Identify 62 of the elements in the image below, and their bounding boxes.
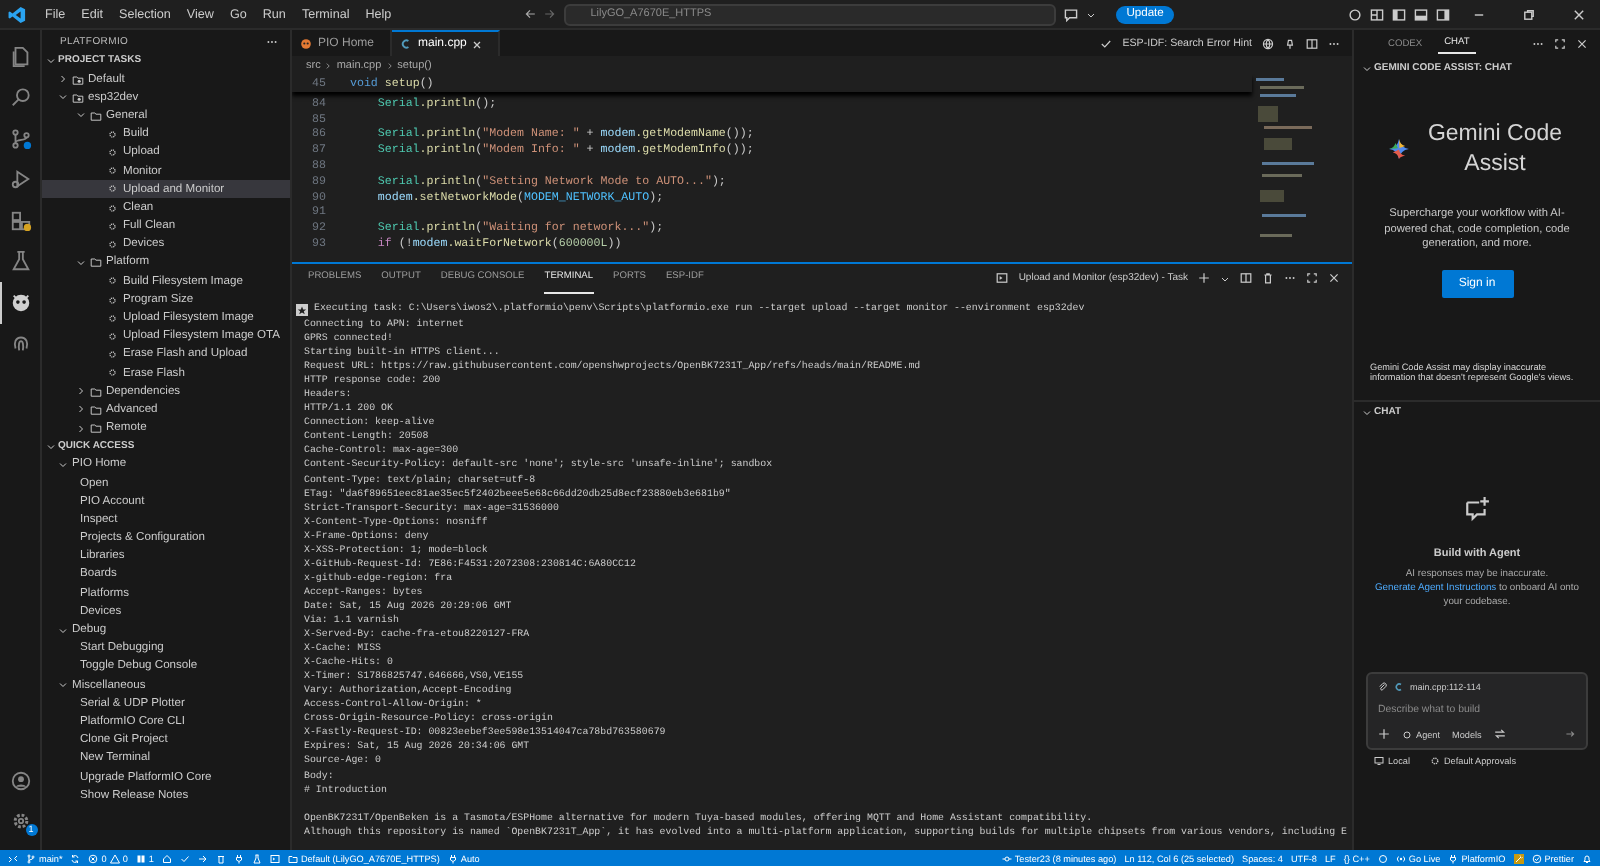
folder-icon <box>90 109 102 122</box>
chevron-down-icon <box>46 441 56 452</box>
paperclip-icon <box>1378 682 1388 692</box>
layout-icon[interactable] <box>1370 7 1384 21</box>
flask-icon[interactable] <box>251 853 262 863</box>
terminal-icon[interactable] <box>269 853 280 863</box>
chevron-down-icon <box>1362 64 1372 74</box>
secondary-sidebar-icon[interactable] <box>1436 7 1450 21</box>
folder-icon <box>287 853 298 863</box>
check-icon[interactable] <box>1100 37 1113 49</box>
close-icon[interactable] <box>472 39 483 49</box>
back-arrow-icon[interactable] <box>524 8 537 20</box>
sidebar-toggle-icon[interactable] <box>1392 7 1406 21</box>
folder-icon <box>90 256 102 269</box>
monitor-icon <box>1374 756 1384 766</box>
wand-icon[interactable] <box>1513 853 1524 863</box>
plus-icon[interactable] <box>1198 272 1210 284</box>
swap-icon[interactable] <box>1493 728 1506 740</box>
restore-icon[interactable] <box>1522 7 1536 21</box>
chevron-down-icon <box>46 56 56 66</box>
bell-icon[interactable] <box>1582 853 1592 863</box>
panel-toggle-icon[interactable] <box>1414 7 1428 21</box>
broadcast-icon <box>1395 853 1406 863</box>
plug-icon <box>1448 853 1459 863</box>
send-icon[interactable] <box>1564 728 1576 740</box>
maximize-icon[interactable] <box>1554 38 1566 50</box>
cpp-file-icon <box>400 38 413 50</box>
cpp-file-icon <box>1394 682 1404 692</box>
vscode-logo-icon <box>8 5 26 23</box>
chevron-down-icon <box>1362 408 1372 418</box>
check-circle-icon <box>1531 853 1542 863</box>
split-terminal-icon[interactable] <box>1240 272 1252 284</box>
plug-icon <box>447 853 458 863</box>
product-name: Gemini Code Assist <box>1425 120 1565 178</box>
gear-icon <box>1429 756 1440 766</box>
plug-icon[interactable] <box>233 853 244 863</box>
arrow-right-icon[interactable] <box>197 853 208 863</box>
terminal-icon <box>996 272 1009 284</box>
warning-icon <box>109 853 120 863</box>
chat-icon[interactable] <box>1064 7 1079 21</box>
close-icon[interactable] <box>1572 7 1586 21</box>
plus-icon[interactable] <box>1378 728 1390 740</box>
commit-icon <box>1001 853 1012 863</box>
alien-icon <box>300 37 312 49</box>
folder-gear-icon <box>72 91 84 104</box>
home-icon[interactable] <box>161 853 172 863</box>
folder-gear-icon <box>72 73 84 86</box>
sparkle-logo-icon <box>1387 138 1409 160</box>
globe-icon[interactable] <box>1262 37 1274 49</box>
split-editor-icon[interactable] <box>1306 37 1318 49</box>
account-icon[interactable] <box>9 770 31 792</box>
sync-icon[interactable] <box>70 853 81 863</box>
close-icon[interactable] <box>1576 38 1588 50</box>
forward-arrow-icon[interactable] <box>544 8 557 20</box>
close-icon[interactable] <box>1328 272 1340 284</box>
branch-icon <box>26 853 36 863</box>
remote-icon[interactable] <box>8 853 18 863</box>
maximize-icon[interactable] <box>1306 272 1318 284</box>
chat-sparkle-icon <box>1464 496 1490 522</box>
trash-icon[interactable] <box>1262 272 1274 284</box>
error-icon <box>88 853 99 863</box>
pin-icon[interactable] <box>1284 37 1296 49</box>
